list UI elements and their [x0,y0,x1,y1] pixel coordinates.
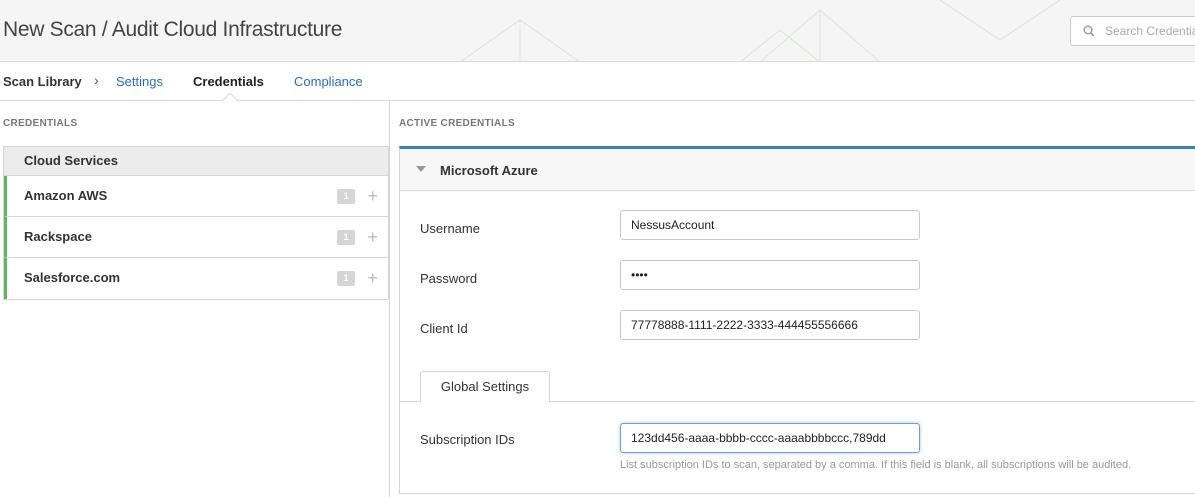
tab-credentials[interactable]: Credentials [193,74,264,89]
credential-item-label: Amazon AWS [24,188,108,203]
breadcrumb-scan-library[interactable]: Scan Library [3,74,82,89]
credential-item-label: Salesforce.com [24,270,121,285]
credential-item-salesforce[interactable]: Salesforce.com 1 + [4,258,388,299]
tab-compliance[interactable]: Compliance [294,74,363,89]
header-background-pattern [460,0,1061,61]
add-credential-plus-icon[interactable]: + [367,258,378,298]
client-id-label: Client Id [420,321,468,336]
credential-count-badge: 1 [337,230,355,245]
credential-count-badge: 1 [337,189,355,204]
card-header[interactable]: Microsoft Azure [400,149,1195,191]
credential-item-amazon-aws[interactable]: Amazon AWS 1 + [4,176,388,217]
group-header-cloud-services[interactable]: Cloud Services [4,146,388,176]
page-header: New Scan / Audit Cloud Infrastructure [0,0,1195,62]
add-credential-plus-icon[interactable]: + [367,176,378,216]
credential-count-badge: 1 [337,271,355,286]
collapse-caret-icon[interactable] [416,166,426,172]
active-credentials-heading: ACTIVE CREDENTIALS [399,118,515,129]
azure-credential-card: Microsoft Azure Username Password Client… [399,146,1195,494]
credentials-list: Cloud Services Amazon AWS 1 + Rackspace … [3,146,389,300]
add-credential-plus-icon[interactable]: + [367,217,378,257]
username-label: Username [420,221,480,236]
settings-tab-bar: Global Settings [400,367,1195,403]
credential-item-label: Rackspace [24,229,92,244]
subscription-help-text: List subscription IDs to scan, separated… [620,459,1132,471]
username-field[interactable] [620,210,920,240]
subscription-ids-field[interactable] [620,423,920,453]
client-id-field[interactable] [620,310,920,340]
password-field[interactable] [620,260,920,290]
tab-settings[interactable]: Settings [116,74,163,89]
search-icon [1083,25,1095,37]
card-title: Microsoft Azure [440,163,538,178]
search-box[interactable] [1070,16,1195,46]
tab-global-settings[interactable]: Global Settings [420,371,550,403]
subscription-ids-label: Subscription IDs [420,432,515,447]
active-tab-pointer [221,92,239,110]
page-title: New Scan / Audit Cloud Infrastructure [3,18,343,41]
breadcrumb-chevron-icon: › [94,72,99,88]
password-label: Password [420,271,478,286]
credential-item-rackspace[interactable]: Rackspace 1 + [4,217,388,258]
search-input[interactable] [1105,23,1195,39]
credentials-heading: CREDENTIALS [3,118,78,129]
breadcrumb-nav: Scan Library › Settings Credentials Comp… [0,62,1195,110]
